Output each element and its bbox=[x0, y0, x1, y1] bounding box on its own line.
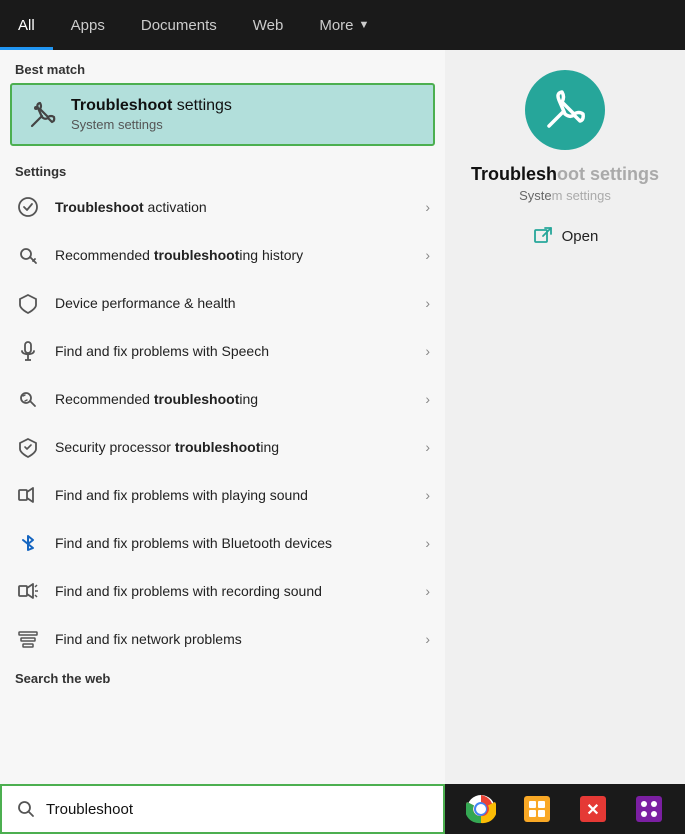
list-item-text-network: Find and fix network problems bbox=[55, 630, 417, 648]
list-item-text-recording-sound: Find and fix problems with recording sou… bbox=[55, 582, 417, 600]
best-match-text: Troubleshoot settings System settings bbox=[71, 97, 232, 132]
list-item-arrow-8: › bbox=[425, 535, 430, 551]
network-icon bbox=[15, 626, 41, 652]
shield-icon bbox=[15, 290, 41, 316]
nav-item-apps[interactable]: Apps bbox=[53, 0, 123, 50]
list-item-speech[interactable]: Find and fix problems with Speech › bbox=[0, 327, 445, 375]
search-web-header: Search the web bbox=[0, 663, 445, 690]
list-item-troubleshoot-activation[interactable]: Troubleshoot activation › bbox=[0, 183, 445, 231]
search-icon bbox=[14, 797, 38, 821]
nav-label-web: Web bbox=[253, 17, 284, 34]
list-item-security-processor[interactable]: Security processor troubleshooting › bbox=[0, 423, 445, 471]
nav-label-apps: Apps bbox=[71, 17, 105, 34]
top-nav: All Apps Documents Web More ▼ bbox=[0, 0, 445, 50]
list-item-recording-sound[interactable]: Find and fix problems with recording sou… bbox=[0, 567, 445, 615]
speaker-icon bbox=[15, 482, 41, 508]
search-panel: Best match Troubleshoot settings System … bbox=[0, 50, 445, 834]
mic-icon bbox=[15, 338, 41, 364]
right-panel-title: Troubleshoot settings bbox=[471, 164, 659, 185]
list-item-arrow-6: › bbox=[425, 439, 430, 455]
list-item-bluetooth[interactable]: Find and fix problems with Bluetooth dev… bbox=[0, 519, 445, 567]
search-input[interactable] bbox=[46, 801, 431, 818]
nav-item-web[interactable]: Web bbox=[235, 0, 302, 50]
security-shield-icon bbox=[15, 434, 41, 460]
best-match-header: Best match bbox=[0, 50, 445, 83]
list-item-arrow-10: › bbox=[425, 631, 430, 647]
best-match-title-suffix: settings bbox=[172, 97, 232, 114]
list-item-network[interactable]: Find and fix network problems › bbox=[0, 615, 445, 663]
open-icon bbox=[532, 225, 554, 247]
list-item-arrow-5: › bbox=[425, 391, 430, 407]
taskbar-grid-app[interactable] bbox=[630, 790, 668, 828]
bluetooth-icon bbox=[15, 530, 41, 556]
list-item-playing-sound[interactable]: Find and fix problems with playing sound… bbox=[0, 471, 445, 519]
best-match-icon bbox=[27, 99, 59, 131]
right-panel-icon bbox=[525, 70, 605, 150]
best-match-item[interactable]: Troubleshoot settings System settings bbox=[10, 83, 435, 146]
open-button[interactable]: Open bbox=[532, 225, 599, 247]
list-item-text-playing-sound: Find and fix problems with playing sound bbox=[55, 486, 417, 504]
taskbar-user-app[interactable]: ✕ bbox=[574, 790, 612, 828]
list-item-text-troubleshoot-activation: Troubleshoot activation bbox=[55, 198, 417, 216]
right-panel-subtitle: System settings bbox=[519, 188, 611, 203]
list-item-arrow-9: › bbox=[425, 583, 430, 599]
nav-item-documents[interactable]: Documents bbox=[123, 0, 235, 50]
list-item-device-performance[interactable]: Device performance & health › bbox=[0, 279, 445, 327]
nav-label-all: All bbox=[18, 17, 35, 34]
open-label: Open bbox=[562, 228, 599, 245]
taskbar-chrome[interactable] bbox=[462, 790, 500, 828]
nav-label-more: More bbox=[319, 17, 353, 34]
settings-search-icon bbox=[15, 386, 41, 412]
check-circle-icon bbox=[15, 194, 41, 220]
list-item-recommended-troubleshooting[interactable]: Recommended troubleshooting › bbox=[0, 375, 445, 423]
list-item-text-recommended-history: Recommended troubleshooting history bbox=[55, 246, 417, 264]
list-item-arrow-2: › bbox=[425, 247, 430, 263]
list-item-arrow-3: › bbox=[425, 295, 430, 311]
key-icon bbox=[15, 242, 41, 268]
best-match-title-bold: Troubleshoot bbox=[71, 97, 172, 114]
recording-icon bbox=[15, 578, 41, 604]
best-match-title: Troubleshoot settings bbox=[71, 97, 232, 115]
list-item-recommended-history[interactable]: Recommended troubleshooting history › bbox=[0, 231, 445, 279]
list-item-text-security-processor: Security processor troubleshooting bbox=[55, 438, 417, 456]
list-item-text-recommended-troubleshooting: Recommended troubleshooting bbox=[55, 390, 417, 408]
list-item-text-bluetooth: Find and fix problems with Bluetooth dev… bbox=[55, 534, 417, 552]
nav-label-documents: Documents bbox=[141, 17, 217, 34]
list-item-text-device-performance: Device performance & health bbox=[55, 294, 417, 312]
nav-item-all[interactable]: All bbox=[0, 0, 53, 50]
list-item-arrow-4: › bbox=[425, 343, 430, 359]
nav-item-more[interactable]: More ▼ bbox=[301, 0, 387, 50]
search-bar[interactable] bbox=[0, 784, 445, 834]
list-item-arrow-1: › bbox=[425, 199, 430, 215]
list-item-text-speech: Find and fix problems with Speech bbox=[55, 342, 417, 360]
taskbar: ✕ bbox=[445, 784, 685, 834]
best-match-subtitle: System settings bbox=[71, 117, 232, 132]
settings-section-header: Settings bbox=[0, 156, 445, 183]
taskbar-square-app[interactable] bbox=[518, 790, 556, 828]
more-dropdown-arrow: ▼ bbox=[359, 19, 370, 31]
list-item-arrow-7: › bbox=[425, 487, 430, 503]
svg-text:✕: ✕ bbox=[586, 802, 599, 819]
right-panel: Troubleshoot settings System settings Op… bbox=[445, 50, 685, 784]
